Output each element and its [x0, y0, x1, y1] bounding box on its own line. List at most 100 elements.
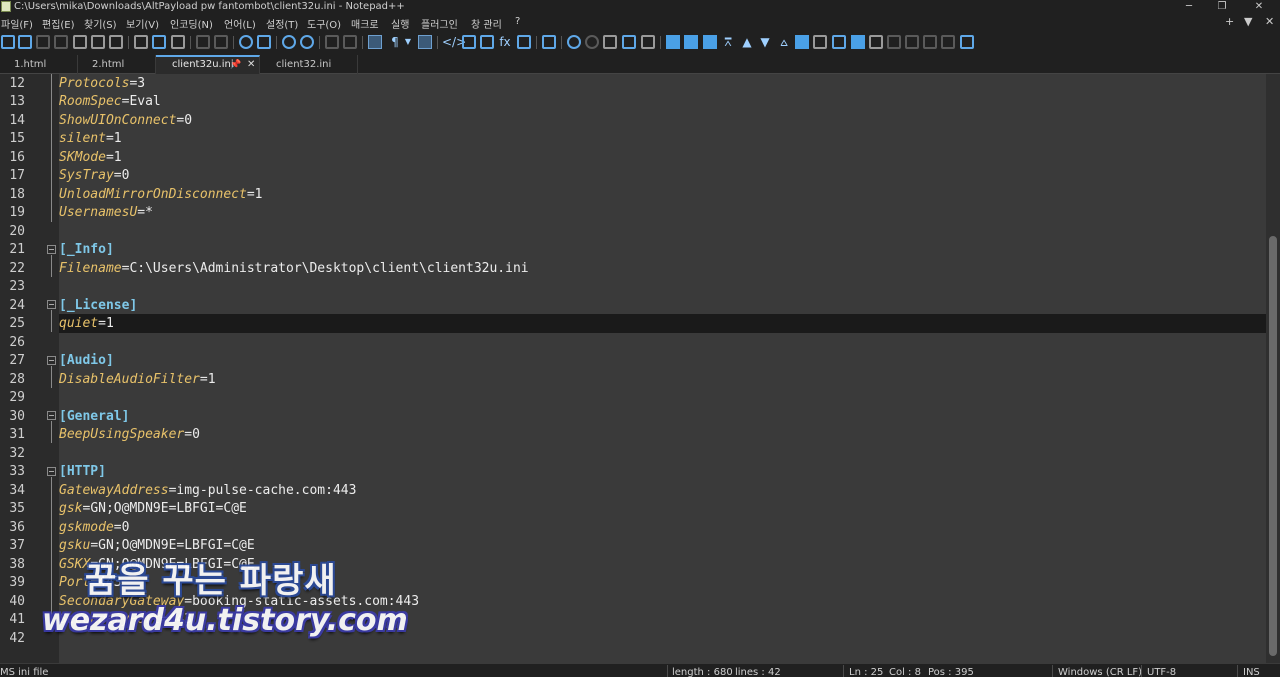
indent-guide-icon[interactable] — [418, 35, 432, 49]
toolbar-separator — [233, 36, 234, 49]
menu-run[interactable]: 실행 — [391, 16, 409, 31]
redo-icon[interactable] — [214, 35, 228, 49]
plugin-image-icon[interactable] — [960, 35, 974, 49]
status-encoding[interactable]: UTF-8 — [1147, 667, 1176, 677]
plugin-list-icon[interactable] — [795, 35, 809, 49]
copy-icon[interactable] — [152, 35, 166, 49]
menu-view[interactable]: 보기(V) — [126, 16, 159, 31]
word-wrap-icon[interactable] — [368, 35, 382, 49]
plugin-grid-icon[interactable] — [703, 35, 717, 49]
sync-horizontal-icon[interactable] — [343, 35, 357, 49]
plugin-tool-a-icon[interactable] — [887, 35, 901, 49]
scrollbar-thumb[interactable] — [1269, 236, 1277, 656]
close-tab-icon[interactable]: ✕ — [1265, 15, 1274, 28]
save-icon[interactable] — [36, 35, 50, 49]
close-file-icon[interactable] — [73, 35, 87, 49]
status-insert-mode[interactable]: INS — [1243, 667, 1260, 677]
plugin-js-icon[interactable] — [851, 35, 865, 49]
tab-client32-ini[interactable]: client32.ini — [260, 55, 358, 74]
fold-toggle-info[interactable] — [47, 245, 56, 254]
plugin-jpg-icon[interactable] — [923, 35, 937, 49]
plugin-table-icon[interactable] — [684, 35, 698, 49]
tab-label: 2.html — [92, 59, 125, 70]
status-eol[interactable]: Windows (CR LF) — [1058, 667, 1142, 677]
plugin-png-icon[interactable] — [941, 35, 955, 49]
show-symbol-dropdown-icon[interactable]: ▼ — [403, 35, 413, 49]
new-tab-plus-icon[interactable]: + — [1225, 15, 1234, 28]
close-all-icon[interactable] — [91, 35, 105, 49]
menu-help[interactable]: ? — [515, 16, 520, 27]
save-macro-icon[interactable] — [641, 35, 655, 49]
function-list-icon[interactable]: fx — [498, 35, 512, 49]
play-macro-icon[interactable] — [603, 35, 617, 49]
line-number: 30 — [9, 409, 25, 424]
save-all-icon[interactable] — [54, 35, 68, 49]
pin-icon[interactable]: 📌 — [230, 60, 241, 70]
zoom-out-icon[interactable] — [300, 35, 314, 49]
tab-client32u-ini[interactable]: client32u.ini 📌 ✕ — [156, 55, 260, 74]
new-file-icon[interactable] — [1, 35, 15, 49]
fold-toggle-general[interactable] — [47, 411, 56, 420]
record-macro-icon[interactable] — [567, 35, 581, 49]
replace-icon[interactable] — [257, 35, 271, 49]
document-map-icon[interactable] — [462, 35, 476, 49]
line-number: 19 — [9, 205, 25, 220]
tab-close-icon[interactable]: ✕ — [247, 59, 255, 70]
line-number: 41 — [9, 612, 25, 627]
open-file-icon[interactable] — [18, 35, 32, 49]
menu-file[interactable]: 파일(F) — [1, 16, 33, 31]
find-icon[interactable] — [239, 35, 253, 49]
monitoring-icon[interactable] — [542, 35, 556, 49]
menu-macro[interactable]: 매크로 — [351, 16, 379, 31]
folder-workspace-icon[interactable] — [517, 35, 531, 49]
tab-1-html[interactable]: 1.html — [0, 55, 78, 74]
toolbar: ¶ ▼ </> fx ⩞ ▲ ▼ ⩟ — [0, 31, 1280, 54]
menu-search[interactable]: 찾기(S) — [84, 16, 117, 31]
plugin-expand-icon[interactable]: ⩟ — [777, 35, 791, 49]
plugin-compare-icon[interactable] — [813, 35, 827, 49]
watermark-url-text: wezard4u.tistory.com — [42, 603, 408, 638]
menu-encoding[interactable]: 인코딩(N) — [170, 16, 213, 31]
minimize-button[interactable]: ─ — [1174, 0, 1204, 14]
line-number: 21 — [9, 242, 25, 257]
menu-plugins[interactable]: 플러그인 — [421, 16, 458, 31]
tab-label: client32.ini — [276, 59, 332, 70]
close-window-button[interactable]: ✕ — [1244, 0, 1274, 14]
fold-toggle-http[interactable] — [47, 467, 56, 476]
stop-macro-icon[interactable] — [585, 35, 599, 49]
vertical-scrollbar[interactable] — [1266, 74, 1280, 663]
tab-list-dropdown-icon[interactable]: ▼ — [1244, 15, 1252, 28]
menu-settings[interactable]: 설정(T) — [266, 16, 298, 31]
toolbar-separator — [319, 36, 320, 49]
plugin-tool-b-icon[interactable] — [905, 35, 919, 49]
plugin-json-icon[interactable] — [869, 35, 883, 49]
status-length: length : 680 — [672, 667, 733, 677]
code-icon[interactable]: </> — [442, 35, 466, 49]
menu-tools[interactable]: 도구(O) — [307, 16, 341, 31]
show-all-characters-icon[interactable]: ¶ — [388, 35, 402, 49]
undo-icon[interactable] — [196, 35, 210, 49]
plugin-up-icon[interactable]: ▲ — [740, 35, 754, 49]
plugin-checklist-icon[interactable] — [832, 35, 846, 49]
zoom-in-icon[interactable] — [282, 35, 296, 49]
run-macro-multiple-icon[interactable] — [622, 35, 636, 49]
code-line: Protocols=3 — [59, 76, 146, 91]
line-number: 23 — [9, 279, 25, 294]
code-line: [General] — [59, 409, 130, 424]
fold-toggle-audio[interactable] — [47, 356, 56, 365]
sync-vertical-icon[interactable] — [325, 35, 339, 49]
print-icon[interactable] — [109, 35, 123, 49]
paste-icon[interactable] — [171, 35, 185, 49]
plugin-bookmark-icon[interactable] — [666, 35, 680, 49]
plugin-collapse-icon[interactable]: ⩞ — [721, 35, 735, 49]
code-line: Filename=C:\Users\Administrator\Desktop\… — [59, 261, 529, 276]
tab-2-html[interactable]: 2.html — [78, 55, 156, 74]
plugin-down-icon[interactable]: ▼ — [758, 35, 772, 49]
cut-icon[interactable] — [134, 35, 148, 49]
restore-button[interactable]: ❐ — [1207, 0, 1237, 14]
fold-toggle-license[interactable] — [47, 300, 56, 309]
menu-language[interactable]: 언어(L) — [224, 16, 256, 31]
menu-edit[interactable]: 편집(E) — [42, 16, 75, 31]
menu-window[interactable]: 창 관리 — [471, 16, 502, 31]
document-list-icon[interactable] — [480, 35, 494, 49]
